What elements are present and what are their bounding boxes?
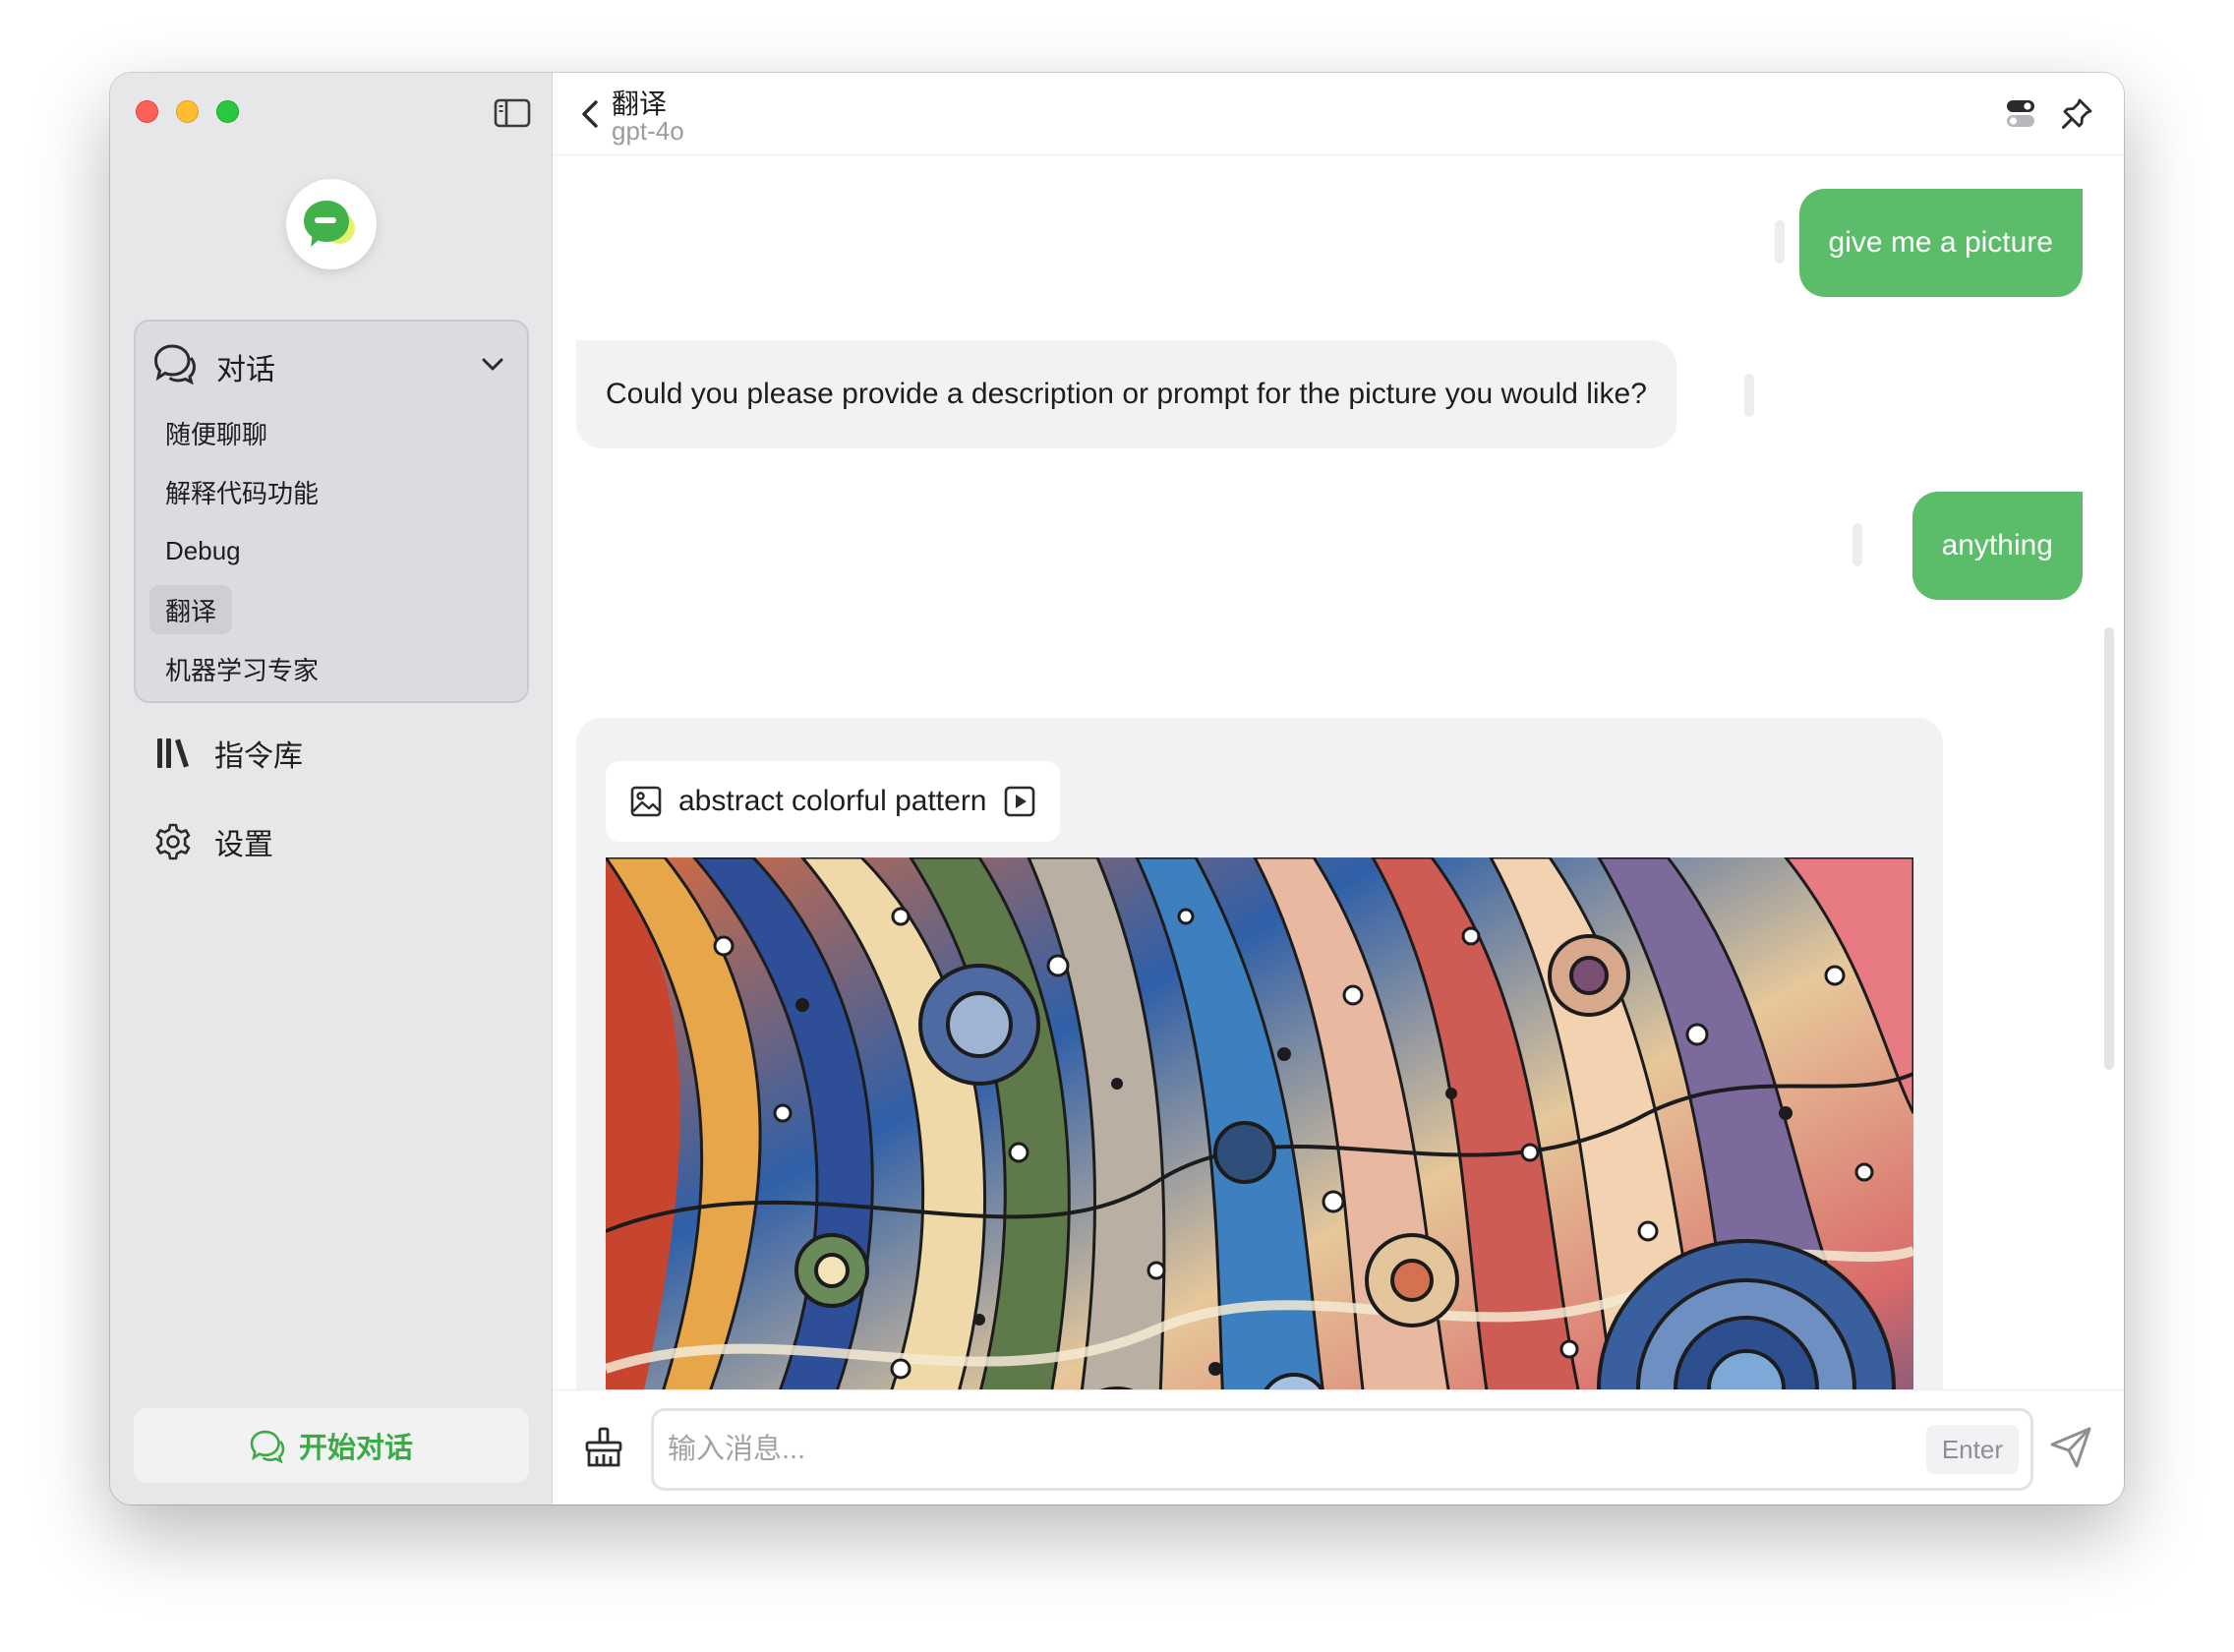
chat-header: 翻译 gpt-4o <box>553 73 2124 155</box>
chevron-left-icon[interactable] <box>572 94 608 134</box>
abstract-pattern-image <box>606 857 1913 1463</box>
chat-model: gpt-4o <box>612 116 684 146</box>
message-list: give me a picture Could you please provi… <box>553 155 2124 1463</box>
user-message: give me a picture <box>1798 189 2083 297</box>
assistant-image-message: abstract colorful pattern <box>576 718 1943 1463</box>
zoom-window-button[interactable] <box>216 100 239 123</box>
assistant-message-text: Could you please provide a description o… <box>606 378 1647 410</box>
conversation-list: 随便聊聊 解释代码功能 Debug 翻译 机器学习专家 <box>149 408 513 703</box>
sidebar: 对话 随便聊聊 解释代码功能 Debug 翻译 机器学习专家 指令库 设置 开始… <box>110 73 553 1504</box>
chat-panel: 翻译 gpt-4o give me a picture Could you pl… <box>553 73 2124 1504</box>
user-message-text: anything <box>1941 529 2053 561</box>
gear-icon <box>155 823 191 860</box>
window-controls <box>136 100 239 123</box>
enter-hint-badge: Enter <box>1925 1425 2019 1474</box>
conversation-item-casual[interactable]: 随便聊聊 <box>149 408 283 457</box>
conversation-item-translate[interactable]: 翻译 <box>149 585 233 634</box>
message-input[interactable] <box>668 1411 1877 1488</box>
conversation-group-header[interactable]: 对话 <box>136 322 527 404</box>
pin-icon[interactable] <box>2059 96 2094 132</box>
assistant-message: Could you please provide a description o… <box>576 340 1676 448</box>
sidebar-toggle-icon[interactable] <box>494 98 531 128</box>
message-scrollbar[interactable] <box>2104 627 2114 1070</box>
message-handle[interactable] <box>1852 523 1862 566</box>
close-window-button[interactable] <box>136 100 158 123</box>
app-window: 对话 随便聊聊 解释代码功能 Debug 翻译 机器学习专家 指令库 设置 开始… <box>110 73 2124 1504</box>
sidebar-item-settings-label: 设置 <box>214 829 273 861</box>
chat-bubbles-icon <box>153 344 197 384</box>
conversation-item-ml-expert[interactable]: 机器学习专家 <box>149 644 334 693</box>
input-bar: Enter <box>553 1389 2124 1504</box>
chat-bubble-logo-icon <box>304 201 355 247</box>
chevron-down-icon[interactable] <box>478 349 507 379</box>
sidebar-item-library-label: 指令库 <box>214 740 303 773</box>
image-icon <box>630 786 662 817</box>
play-square-icon[interactable] <box>1003 785 1036 818</box>
app-logo <box>286 179 377 269</box>
broom-icon[interactable] <box>582 1426 625 1469</box>
conversation-item-debug[interactable]: Debug <box>149 526 257 575</box>
image-prompt-text: abstract colorful pattern <box>678 785 987 817</box>
minimize-window-button[interactable] <box>176 100 199 123</box>
message-handle[interactable] <box>1775 220 1785 264</box>
sidebar-item-library[interactable]: 指令库 <box>153 732 303 775</box>
user-message: anything <box>1911 492 2083 600</box>
sidebar-item-settings[interactable]: 设置 <box>153 820 273 863</box>
start-chat-button[interactable]: 开始对话 <box>134 1408 529 1483</box>
paper-plane-icon[interactable] <box>2047 1424 2094 1471</box>
message-handle[interactable] <box>1744 374 1754 417</box>
conversation-group-title: 对话 <box>216 354 275 386</box>
generated-image <box>606 857 1913 1463</box>
message-input-box: Enter <box>651 1408 2033 1491</box>
conversation-item-explain-code[interactable]: 解释代码功能 <box>149 467 334 516</box>
conversation-group: 对话 随便聊聊 解释代码功能 Debug 翻译 机器学习专家 <box>134 320 529 703</box>
user-message-text: give me a picture <box>1828 226 2053 259</box>
chat-bubbles-icon <box>250 1430 285 1463</box>
start-chat-label: 开始对话 <box>298 1433 413 1464</box>
toggle-switch-icon[interactable] <box>2004 96 2037 130</box>
image-prompt-chip[interactable]: abstract colorful pattern <box>606 761 1060 842</box>
library-books-icon <box>157 738 189 768</box>
